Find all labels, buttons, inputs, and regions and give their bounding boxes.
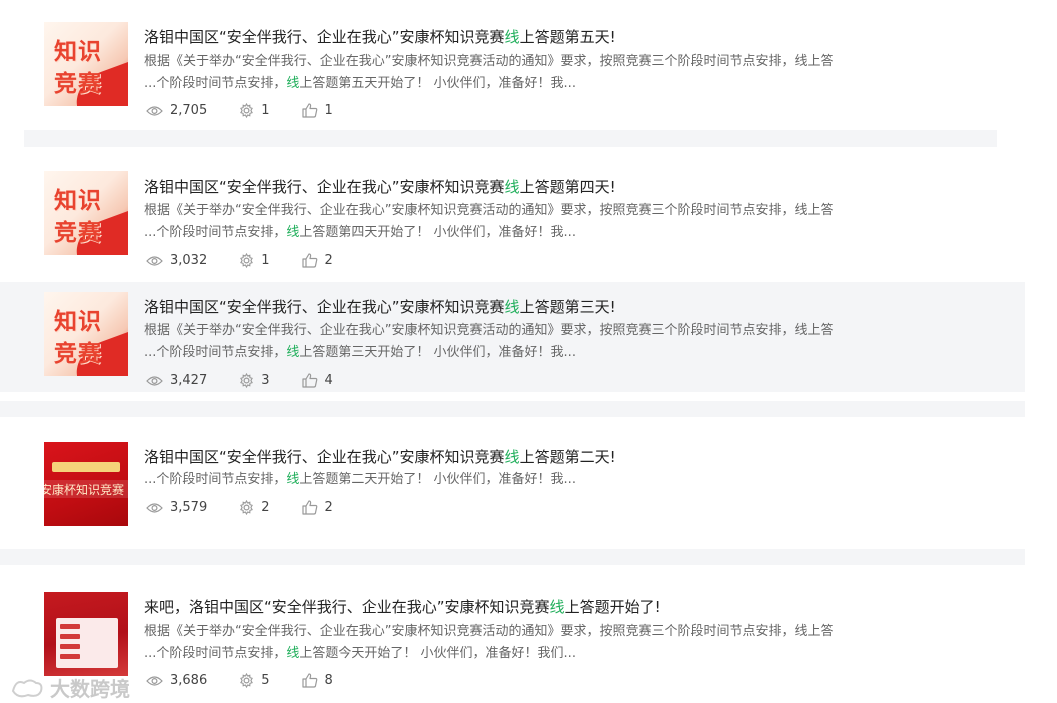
thumbs-up-icon [301, 500, 317, 515]
article-summary: 根据《关于举办“安全伴我行、企业在我心”安康杯知识竞赛活动的通知》要求，按照竞赛… [144, 203, 834, 240]
thumbs-up-icon [301, 673, 317, 688]
article-summary: 根据《关于举办“安全伴我行、企业在我心”安康杯知识竞赛活动的通知》要求，按照竞赛… [144, 624, 834, 661]
thumbnail-text: 竞赛 [54, 220, 102, 246]
view-count: 3,427 [146, 373, 207, 388]
article-title[interactable]: 洛钼中国区“安全伴我行、企业在我心”安康杯知识竞赛线上答题第三天! [144, 296, 616, 317]
thumbnail-text: 知识 [54, 188, 102, 214]
eye-icon [146, 502, 163, 513]
thumbs-up-icon [301, 103, 317, 118]
view-count: 3,032 [146, 253, 207, 268]
gear-icon [240, 373, 254, 388]
article-stats: 3,427 3 4 [146, 373, 365, 388]
article-thumbnail[interactable]: 知识 竞赛 [44, 22, 128, 106]
article-thumbnail[interactable]: 安康杯知识竞赛 [44, 442, 128, 526]
article-stats: 2,705 1 1 [146, 103, 365, 118]
eye-icon [146, 675, 163, 686]
like-count[interactable]: 2 [301, 253, 333, 268]
thumbs-up-icon [301, 373, 317, 388]
share-count: 2 [239, 500, 270, 515]
thumbs-up-icon [301, 253, 317, 268]
share-count: 5 [239, 673, 270, 688]
view-count: 2,705 [146, 103, 207, 118]
share-count: 3 [239, 373, 270, 388]
article-thumbnail[interactable]: 知识 竞赛 [44, 171, 128, 255]
article-summary: 根据《关于举办“安全伴我行、企业在我心”安康杯知识竞赛活动的通知》要求，按照竞赛… [144, 54, 834, 91]
eye-icon [146, 105, 163, 116]
article-stats: 3,579 2 2 [146, 500, 365, 515]
article-summary: ...个阶段时间节点安排，线上答题第二天开始了！ 小伙伴们，准备好！我... [144, 472, 576, 487]
view-count: 3,579 [146, 500, 207, 515]
article-thumbnail[interactable]: 知识 竞赛 [44, 292, 128, 376]
article-stats: 3,686 5 8 [146, 673, 365, 688]
article-thumbnail[interactable] [44, 592, 128, 676]
separator-band [0, 549, 1025, 565]
like-count[interactable]: 2 [301, 500, 333, 515]
article-title[interactable]: 洛钼中国区“安全伴我行、企业在我心”安康杯知识竞赛线上答题第五天! [144, 26, 616, 47]
like-count[interactable]: 1 [301, 103, 333, 118]
separator-band [0, 401, 1025, 417]
gear-icon [240, 103, 254, 118]
thumbnail-text: 安康杯知识竞赛 [44, 483, 125, 497]
thumbnail-text: 竞赛 [54, 341, 102, 367]
thumbnail-text: 知识 [54, 39, 102, 65]
article-summary: 根据《关于举办“安全伴我行、企业在我心”安康杯知识竞赛活动的通知》要求，按照竞赛… [144, 323, 834, 360]
watermark-logo-icon [11, 679, 43, 697]
article-title[interactable]: 洛钼中国区“安全伴我行、企业在我心”安康杯知识竞赛线上答题第二天! [144, 446, 616, 467]
thumbnail-text: 竞赛 [54, 71, 102, 97]
gear-icon [240, 500, 254, 515]
gear-icon [240, 673, 254, 688]
thumbnail-text: 知识 [54, 309, 102, 335]
like-count[interactable]: 8 [301, 673, 333, 688]
separator-band [24, 130, 997, 147]
share-count: 1 [239, 103, 270, 118]
view-count: 3,686 [146, 673, 207, 688]
eye-icon [146, 255, 163, 266]
gear-icon [240, 253, 254, 268]
eye-icon [146, 375, 163, 386]
share-count: 1 [239, 253, 270, 268]
article-title[interactable]: 洛钼中国区“安全伴我行、企业在我心”安康杯知识竞赛线上答题第四天! [144, 176, 616, 197]
article-stats: 3,032 1 2 [146, 253, 365, 268]
watermark: 大数跨境 [10, 673, 130, 702]
like-count[interactable]: 4 [301, 373, 333, 388]
article-title[interactable]: 来吧，洛钼中国区“安全伴我行、企业在我心”安康杯知识竞赛线上答题开始了! [144, 596, 661, 617]
